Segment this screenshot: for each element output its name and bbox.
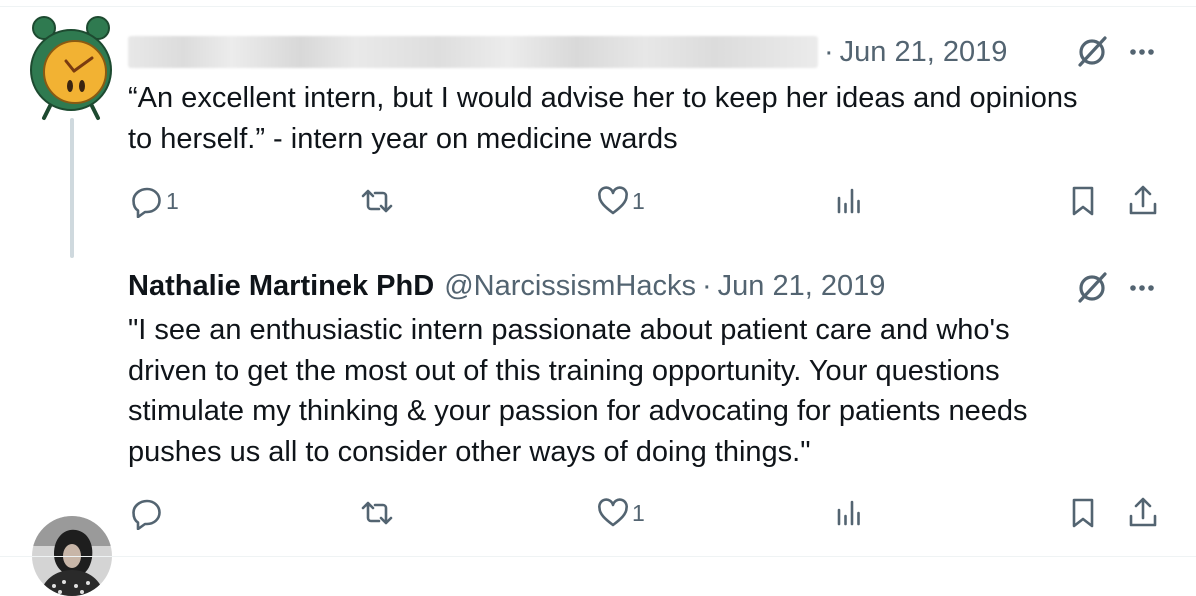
grok-icon[interactable] bbox=[1072, 268, 1112, 308]
share-icon bbox=[1129, 185, 1157, 215]
tweet-date[interactable]: Jun 21, 2019 bbox=[840, 36, 1008, 69]
avatar[interactable] bbox=[30, 14, 116, 122]
tweet-header: · Jun 21, 2019 bbox=[128, 34, 1007, 70]
tweet-header: Nathalie Martinek PhD @NarcissismHacks ·… bbox=[128, 268, 885, 304]
views-button[interactable] bbox=[832, 496, 866, 530]
bookmark-icon bbox=[1072, 186, 1094, 216]
more-options-icon[interactable] bbox=[1122, 268, 1162, 308]
repost-icon bbox=[361, 501, 393, 525]
grok-icon[interactable] bbox=[1072, 32, 1112, 72]
tweet[interactable]: · Jun 21, 2019 “An excellent intern, but… bbox=[0, 0, 1196, 250]
tweet[interactable]: Nathalie Martinek PhD @NarcissismHacks ·… bbox=[0, 250, 1196, 596]
author-name-redacted[interactable] bbox=[128, 36, 818, 68]
reply-count: 1 bbox=[166, 187, 179, 214]
heart-icon bbox=[598, 498, 628, 527]
share-button[interactable] bbox=[1126, 496, 1160, 530]
heart-icon bbox=[598, 186, 628, 215]
separator-dot: · bbox=[824, 35, 834, 68]
share-icon bbox=[1129, 497, 1157, 527]
reply-icon bbox=[132, 499, 161, 530]
repost-button[interactable] bbox=[360, 496, 396, 530]
tweet-text: “An excellent intern, but I would advise… bbox=[128, 82, 1078, 155]
bookmark-button[interactable] bbox=[1066, 496, 1100, 530]
reply-button[interactable] bbox=[130, 496, 166, 530]
reply-button[interactable]: 1 bbox=[130, 184, 179, 218]
like-button[interactable]: 1 bbox=[596, 496, 645, 530]
tweet-date[interactable]: Jun 21, 2019 bbox=[718, 270, 886, 303]
separator-dot: · bbox=[701, 269, 712, 302]
views-icon bbox=[837, 500, 860, 526]
author-name[interactable]: Nathalie Martinek PhD bbox=[128, 270, 434, 303]
more-options-icon[interactable] bbox=[1122, 32, 1162, 72]
author-handle[interactable]: @NarcissismHacks bbox=[444, 270, 696, 303]
like-count: 1 bbox=[632, 499, 645, 526]
bookmark-icon bbox=[1072, 498, 1094, 528]
alarm-clock-emoji-avatar bbox=[30, 16, 112, 120]
like-count: 1 bbox=[632, 187, 645, 214]
views-button[interactable] bbox=[832, 184, 866, 218]
share-button[interactable] bbox=[1126, 184, 1160, 218]
views-icon bbox=[837, 188, 860, 214]
bookmark-button[interactable] bbox=[1066, 184, 1100, 218]
tweet-text: "I see an enthusiastic intern passionate… bbox=[128, 314, 1028, 468]
bottom-divider bbox=[0, 556, 1196, 557]
repost-button[interactable] bbox=[360, 184, 396, 218]
repost-icon bbox=[361, 189, 393, 213]
reply-icon bbox=[132, 187, 161, 218]
like-button[interactable]: 1 bbox=[596, 184, 645, 218]
